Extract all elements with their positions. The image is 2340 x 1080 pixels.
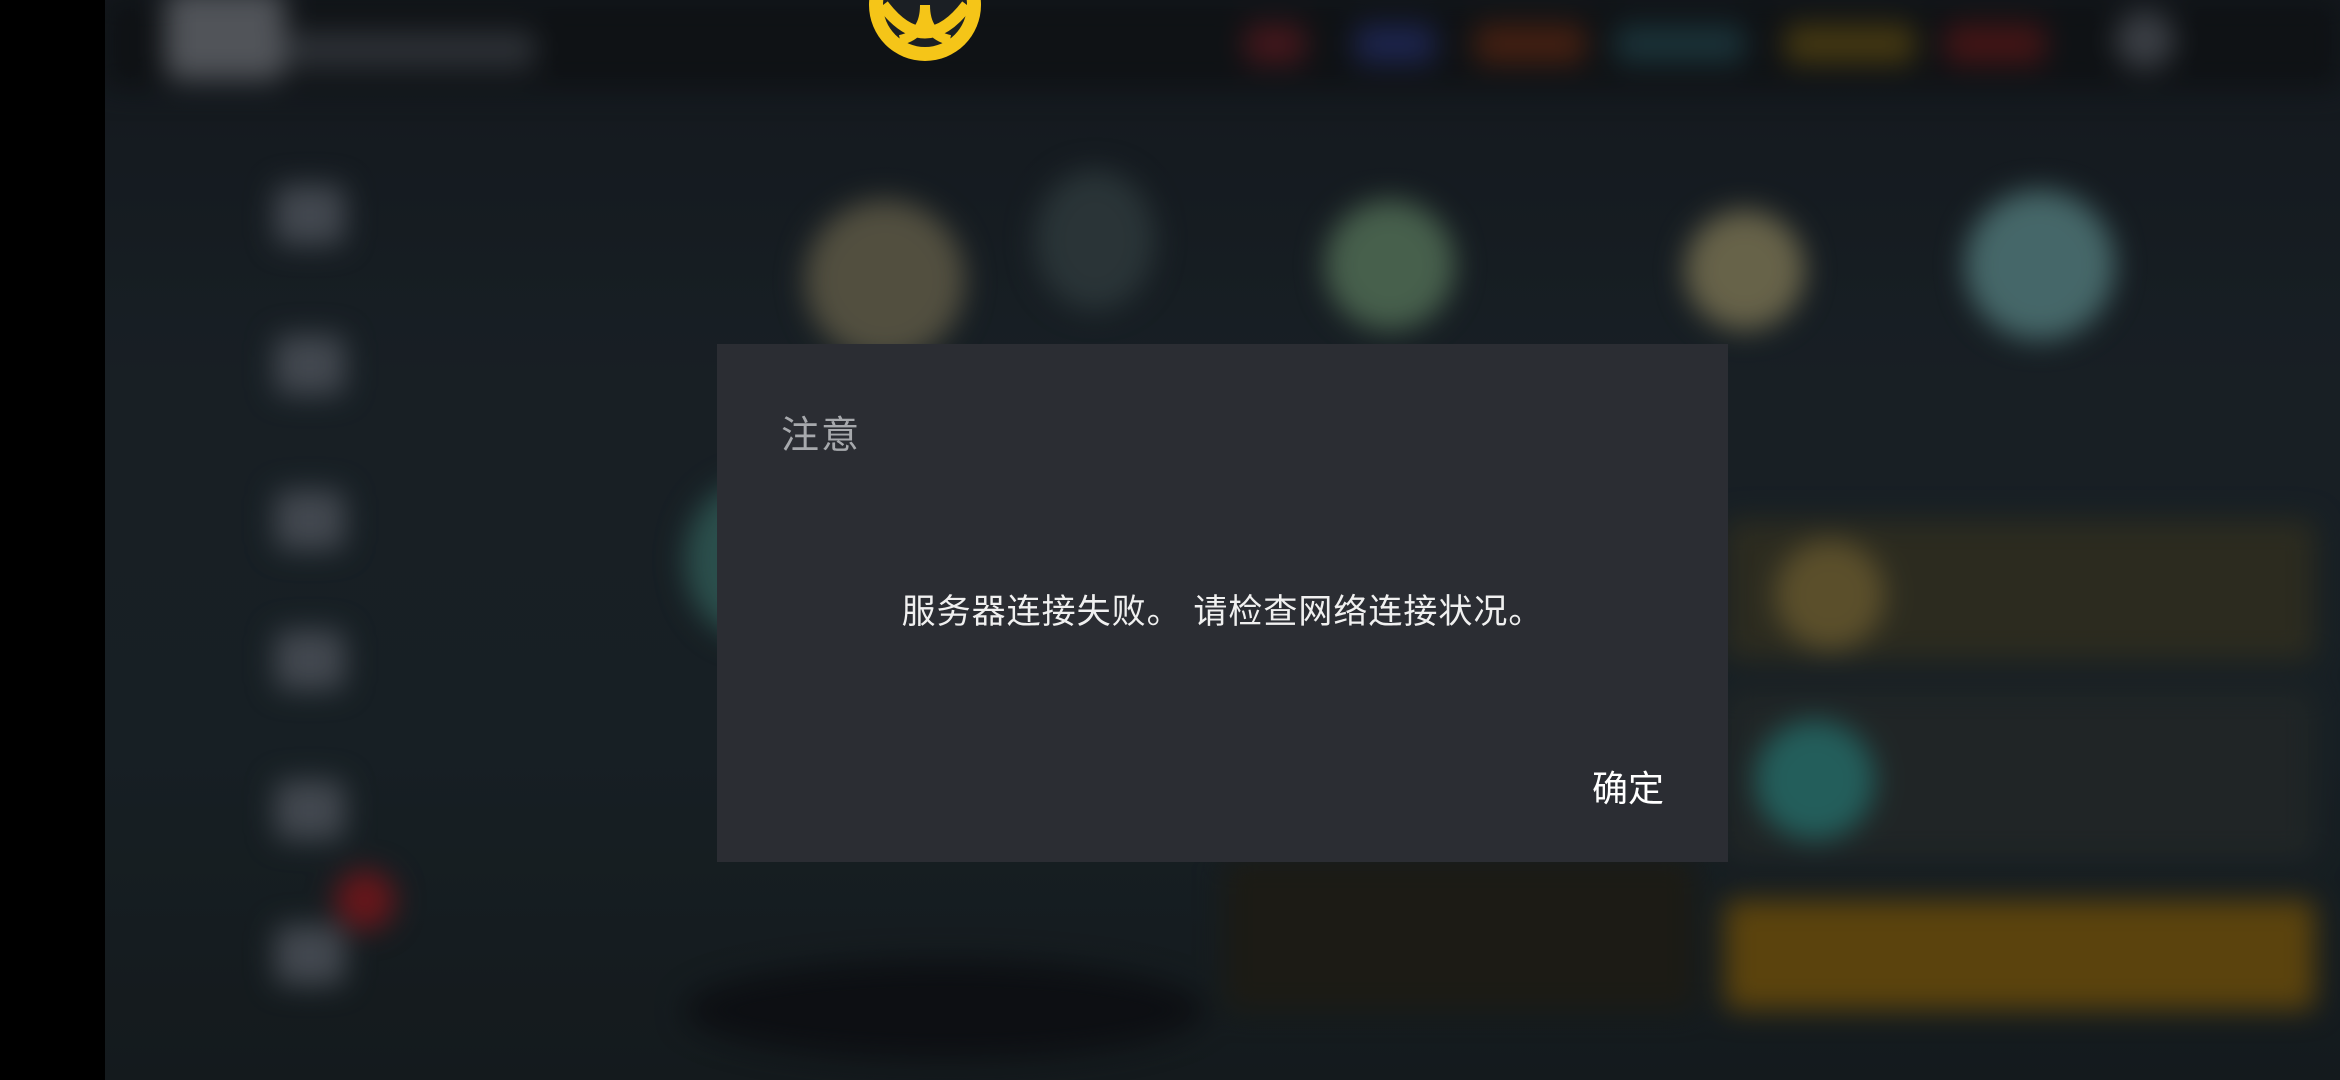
dialog-message: 服务器连接失败。 请检查网络连接状况。 <box>901 592 1544 632</box>
game-logo-icon <box>869 0 981 61</box>
alert-dialog: 注意 服务器连接失败。 请检查网络连接状况。 确定 <box>717 344 1728 862</box>
ok-button[interactable]: 确定 <box>1588 754 1668 818</box>
dialog-title: 注意 <box>781 413 862 457</box>
screen: 注意 服务器连接失败。 请检查网络连接状况。 确定 <box>0 0 2340 1080</box>
